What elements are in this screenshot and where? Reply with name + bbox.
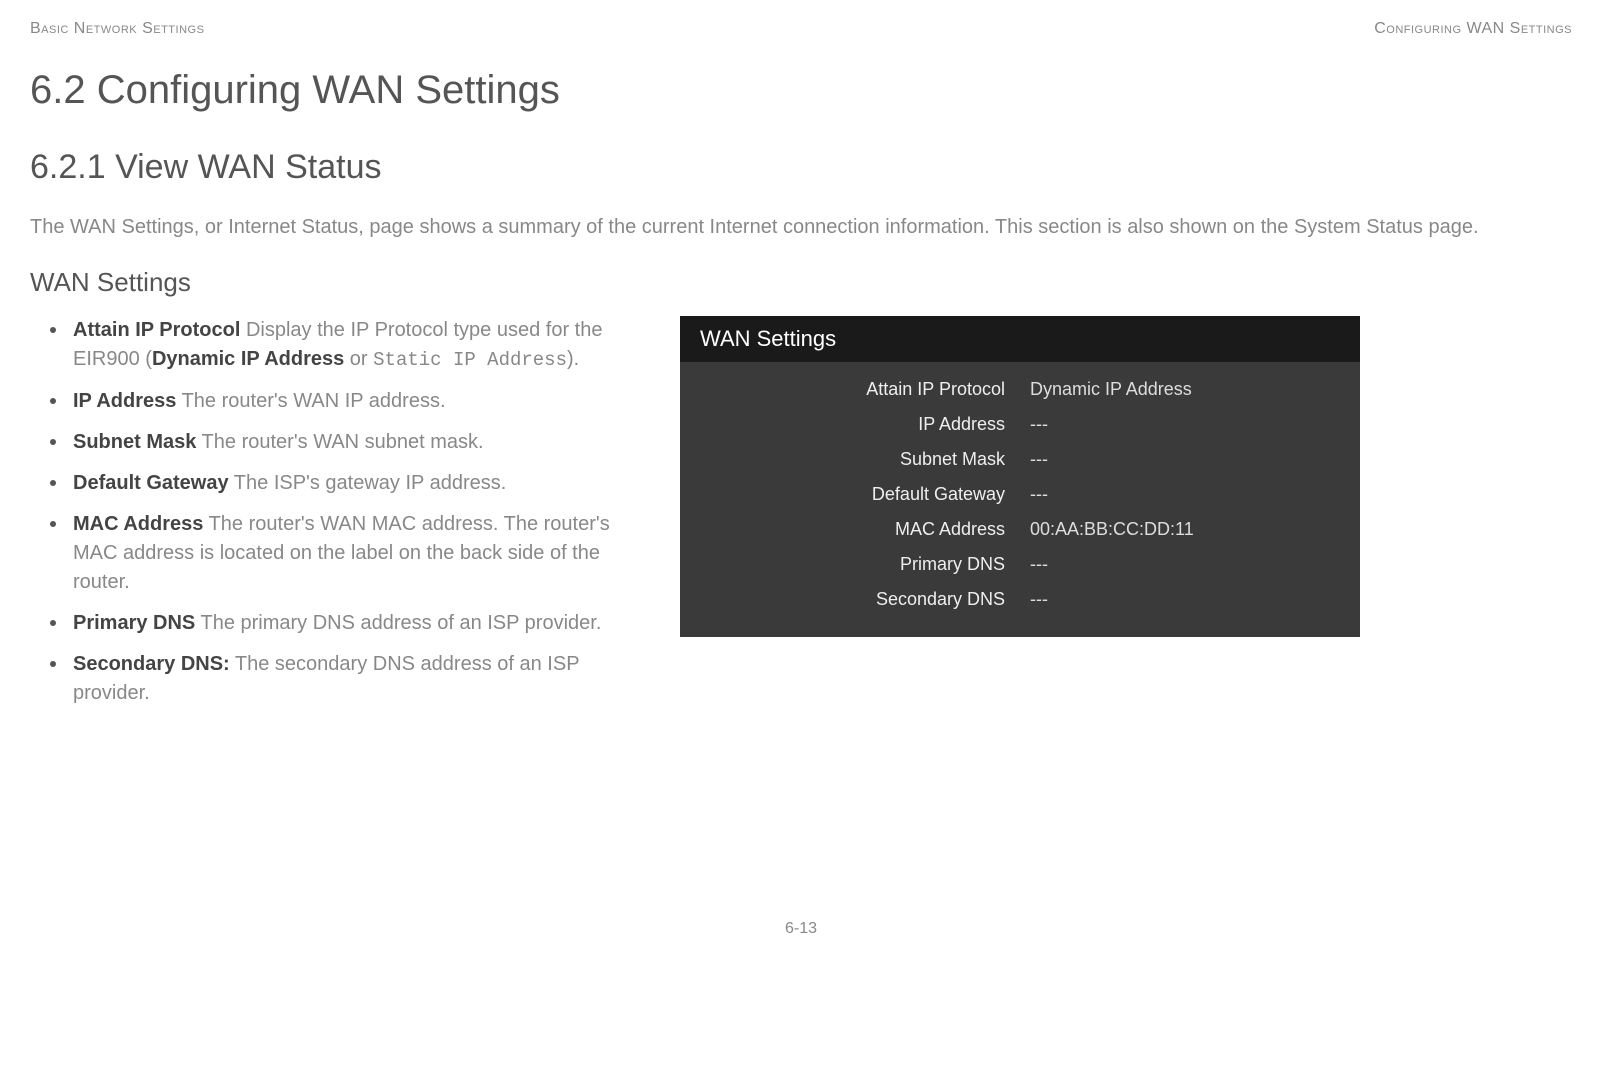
screenshot-column: WAN Settings Attain IP Protocol Dynamic … — [680, 316, 1360, 637]
wan-row-ip-address: IP Address --- — [700, 407, 1340, 442]
term-ip-address: IP Address — [73, 390, 176, 412]
term-default-gateway: Default Gateway — [73, 472, 229, 494]
desc-text: or — [344, 348, 373, 370]
list-item: Secondary DNS: The secondary DNS address… — [55, 650, 650, 708]
term-mac-address: MAC Address — [73, 513, 203, 535]
desc-text: The router's WAN subnet mask. — [196, 431, 483, 453]
section-title: 6.2 Configuring WAN Settings — [30, 68, 1572, 113]
wan-label: Attain IP Protocol — [700, 379, 1030, 400]
content-row: Attain IP Protocol Display the IP Protoc… — [30, 316, 1572, 720]
term-secondary-dns: Secondary DNS: — [73, 653, 230, 675]
wan-panel-title: WAN Settings — [680, 316, 1360, 362]
wan-value: 00:AA:BB:CC:DD:11 — [1030, 519, 1340, 540]
wan-row-secondary-dns: Secondary DNS --- — [700, 582, 1340, 617]
list-item: Default Gateway The ISP's gateway IP add… — [55, 469, 650, 498]
list-item: MAC Address The router's WAN MAC address… — [55, 510, 650, 597]
wan-settings-heading: WAN Settings — [30, 267, 1572, 298]
list-item: Attain IP Protocol Display the IP Protoc… — [55, 316, 650, 375]
wan-label: Subnet Mask — [700, 449, 1030, 470]
wan-row-primary-dns: Primary DNS --- — [700, 547, 1340, 582]
wan-label: Primary DNS — [700, 554, 1030, 575]
subsection-title: 6.2.1 View WAN Status — [30, 148, 1572, 187]
term-primary-dns: Primary DNS — [73, 612, 195, 634]
wan-row-default-gateway: Default Gateway --- — [700, 477, 1340, 512]
page-header: Basic Network Settings Configuring WAN S… — [30, 20, 1572, 38]
desc-mono: Static IP Address — [373, 349, 567, 371]
description-column: Attain IP Protocol Display the IP Protoc… — [30, 316, 650, 720]
term-subnet-mask: Subnet Mask — [73, 431, 196, 453]
wan-value: --- — [1030, 484, 1340, 505]
list-item: Subnet Mask The router's WAN subnet mask… — [55, 428, 650, 457]
wan-settings-panel: WAN Settings Attain IP Protocol Dynamic … — [680, 316, 1360, 637]
wan-row-mac-address: MAC Address 00:AA:BB:CC:DD:11 — [700, 512, 1340, 547]
wan-settings-table: Attain IP Protocol Dynamic IP Address IP… — [680, 362, 1360, 622]
wan-value: --- — [1030, 414, 1340, 435]
wan-value: --- — [1030, 554, 1340, 575]
wan-label: Secondary DNS — [700, 589, 1030, 610]
wan-value: Dynamic IP Address — [1030, 379, 1340, 400]
header-left: Basic Network Settings — [30, 20, 204, 38]
wan-value: --- — [1030, 449, 1340, 470]
list-item: Primary DNS The primary DNS address of a… — [55, 609, 650, 638]
desc-bold: Dynamic IP Address — [152, 348, 344, 370]
header-right: Configuring WAN Settings — [1374, 20, 1572, 38]
wan-row-attain-ip: Attain IP Protocol Dynamic IP Address — [700, 372, 1340, 407]
field-descriptions-list: Attain IP Protocol Display the IP Protoc… — [30, 316, 650, 708]
page-number: 6-13 — [30, 920, 1572, 938]
desc-text: ). — [567, 348, 579, 370]
term-attain-ip: Attain IP Protocol — [73, 319, 240, 341]
wan-label: Default Gateway — [700, 484, 1030, 505]
list-item: IP Address The router's WAN IP address. — [55, 387, 650, 416]
intro-paragraph: The WAN Settings, or Internet Status, pa… — [30, 212, 1572, 242]
wan-row-subnet-mask: Subnet Mask --- — [700, 442, 1340, 477]
desc-text: The router's WAN IP address. — [176, 390, 445, 412]
desc-text: The primary DNS address of an ISP provid… — [195, 612, 601, 634]
wan-label: IP Address — [700, 414, 1030, 435]
wan-value: --- — [1030, 589, 1340, 610]
wan-label: MAC Address — [700, 519, 1030, 540]
desc-text: The ISP's gateway IP address. — [229, 472, 507, 494]
